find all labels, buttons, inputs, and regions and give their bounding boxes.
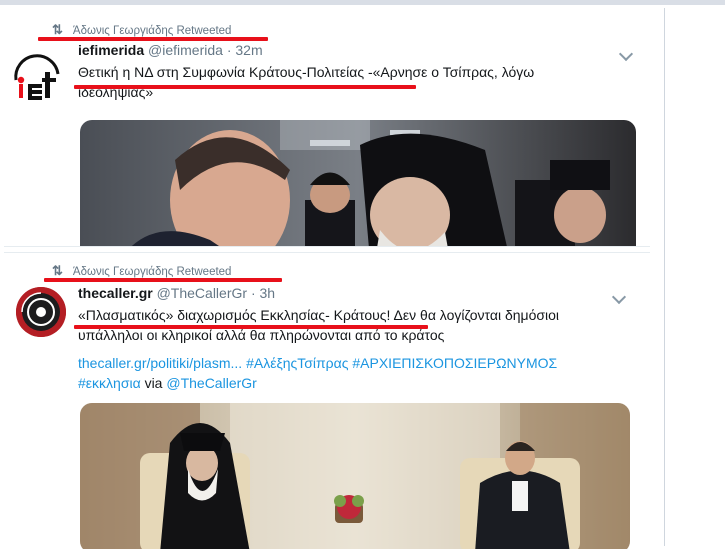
photo-politician-and-clergy bbox=[80, 120, 636, 246]
hashtag-link[interactable]: #εκκλησια bbox=[78, 375, 141, 391]
tweet-text: Θετική η ΝΔ στη Συμφωνία Κράτους-Πολιτεί… bbox=[78, 62, 638, 102]
thecaller-logo bbox=[16, 287, 66, 337]
retweet-icon: ⇅ bbox=[52, 263, 63, 278]
tweet-links-line: thecaller.gr/politiki/plasm... #ΑλέξηςΤσ… bbox=[78, 353, 638, 373]
retweet-context: ⇅ Άδωνις Γεωργιάδης Retweeted bbox=[52, 22, 231, 38]
hashtag-link[interactable]: #ΑΡΧΙΕΠΙΣΚΟΠΟΣΙΕΡΩΝΥΜΟΣ bbox=[352, 355, 557, 371]
tweet-text-line: Θετική η ΝΔ στη Συμφωνία Κράτους-Πολιτεί… bbox=[78, 64, 535, 80]
hashtag-link[interactable]: #ΑλέξηςΤσίπρας bbox=[246, 355, 348, 371]
top-bar bbox=[0, 0, 725, 5]
author-name[interactable]: iefimerida bbox=[78, 42, 144, 58]
header-separator: · bbox=[226, 42, 232, 58]
chevron-down-icon[interactable] bbox=[618, 46, 634, 62]
red-underline-annotation bbox=[74, 85, 416, 89]
tweet-via-line: #εκκλησια via @TheCallerGr bbox=[78, 373, 638, 393]
author-name[interactable]: thecaller.gr bbox=[78, 285, 153, 301]
tweet-text: «Πλασματικός» διαχωρισμός Εκκλησίας- Κρά… bbox=[78, 305, 638, 393]
retweet-context: ⇅ Άδωνις Γεωργιάδης Retweeted bbox=[52, 263, 231, 279]
article-link[interactable]: thecaller.gr/politiki/plasm... bbox=[78, 355, 242, 371]
header-separator: · bbox=[250, 285, 256, 301]
retweeted-by-label[interactable]: Άδωνις Γεωργιάδης Retweeted bbox=[73, 266, 232, 278]
tweet-text-line: «Πλασματικός» διαχωρισμός Εκκλησίας- Κρά… bbox=[78, 307, 560, 323]
red-underline-annotation bbox=[38, 37, 268, 41]
tweet-photo[interactable] bbox=[80, 120, 636, 246]
tweet-header: iefimerida @iefimerida · 32m bbox=[78, 42, 263, 58]
via-label: via bbox=[144, 375, 163, 391]
retweeted-by-label[interactable]: Άδωνις Γεωργιάδης Retweeted bbox=[73, 25, 232, 37]
tweet-photo[interactable] bbox=[80, 403, 630, 549]
photo-archbishop-and-prime-minister bbox=[80, 403, 630, 549]
tweet-timestamp[interactable]: 32m bbox=[235, 42, 262, 58]
tweet-card-thecaller[interactable]: ⇅ Άδωνις Γεωργιάδης Retweeted thecaller.g… bbox=[4, 252, 650, 549]
iefimerida-logo bbox=[14, 54, 60, 100]
avatar-thecaller[interactable] bbox=[16, 287, 66, 337]
retweet-icon: ⇅ bbox=[52, 22, 63, 37]
red-underline-annotation bbox=[74, 325, 428, 329]
avatar-iefimerida[interactable] bbox=[12, 50, 62, 100]
chevron-down-icon[interactable] bbox=[611, 289, 627, 305]
author-handle[interactable]: @iefimerida bbox=[148, 42, 223, 58]
tweet-timestamp[interactable]: 3h bbox=[260, 285, 276, 301]
tweet-header: thecaller.gr @TheCallerGr · 3h bbox=[78, 285, 275, 301]
via-handle-link[interactable]: @TheCallerGr bbox=[166, 375, 256, 391]
page-scroll-area bbox=[664, 8, 725, 546]
tweet-card-iefimerida[interactable]: ⇅ Άδωνις Γεωργιάδης Retweeted iefimerida … bbox=[4, 10, 650, 247]
red-underline-annotation bbox=[44, 278, 282, 282]
author-handle[interactable]: @TheCallerGr bbox=[157, 285, 247, 301]
